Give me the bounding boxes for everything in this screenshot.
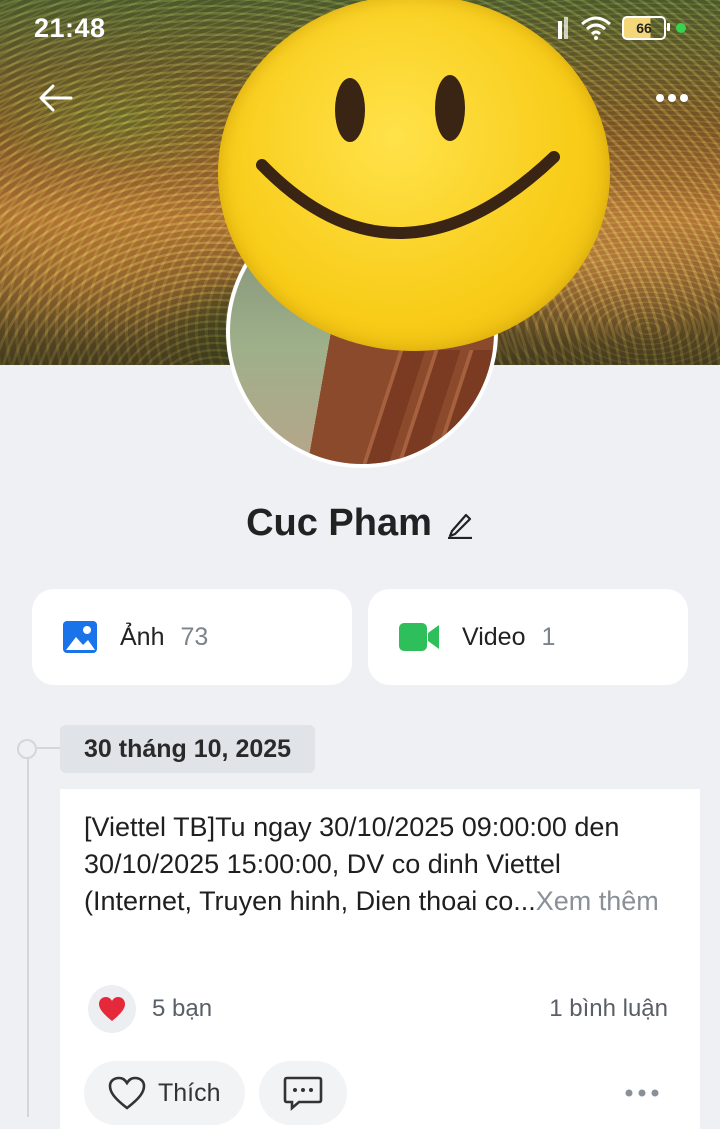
- signal-icon: [558, 17, 568, 39]
- photo-icon: [63, 621, 97, 653]
- heart-reaction-badge: [88, 985, 136, 1033]
- photos-label: Ảnh: [120, 622, 165, 651]
- like-button[interactable]: Thích: [84, 1061, 245, 1125]
- heart-icon: [99, 997, 125, 1021]
- timeline-line: [27, 757, 29, 1117]
- reaction-row: 5 bạn 1 bình luận: [88, 985, 668, 1033]
- privacy-indicator-dot: [676, 23, 686, 33]
- more-options-button[interactable]: [648, 74, 696, 122]
- comment-bubble-icon: [283, 1076, 322, 1111]
- photos-card[interactable]: Ảnh 73: [32, 589, 352, 685]
- status-time: 21:48: [34, 12, 106, 43]
- edit-pencil-icon[interactable]: [446, 509, 474, 539]
- status-bar: 21:48 66: [0, 0, 720, 56]
- profile-name: Cuc Pham: [246, 502, 432, 544]
- back-button[interactable]: [31, 74, 79, 122]
- like-label: Thích: [158, 1078, 221, 1107]
- videos-count: 1: [541, 622, 556, 651]
- comment-count[interactable]: 1 bình luận: [549, 995, 668, 1023]
- timeline-dot: [17, 739, 37, 759]
- wifi-icon: [581, 16, 611, 40]
- status-icons: 66: [556, 16, 686, 40]
- reaction-summary[interactable]: 5 bạn: [88, 985, 212, 1033]
- photos-count: 73: [180, 622, 209, 651]
- post-actions: Thích: [84, 1061, 676, 1125]
- arrow-left-icon: [39, 84, 73, 112]
- profile-name-row: Cuc Pham: [0, 502, 720, 545]
- battery-icon: 66: [622, 16, 670, 40]
- post-text-block: [Viettel TB]Tu ngay 30/10/2025 09:00:00 …: [84, 809, 676, 920]
- post-card[interactable]: [Viettel TB]Tu ngay 30/10/2025 09:00:00 …: [60, 789, 700, 1129]
- more-dots-icon: [656, 94, 688, 102]
- videos-card[interactable]: Video 1: [368, 589, 688, 685]
- see-more-link[interactable]: Xem thêm: [536, 886, 659, 916]
- battery-level: 66: [636, 20, 652, 36]
- post-more-icon[interactable]: [624, 1088, 660, 1098]
- reaction-count: 5 bạn: [152, 995, 213, 1022]
- video-camera-icon: [399, 623, 439, 651]
- timeline-connector: [35, 747, 60, 749]
- videos-label: Video: [462, 622, 526, 651]
- comment-button[interactable]: [258, 1061, 347, 1125]
- timeline-date: 30 tháng 10, 2025: [60, 725, 316, 773]
